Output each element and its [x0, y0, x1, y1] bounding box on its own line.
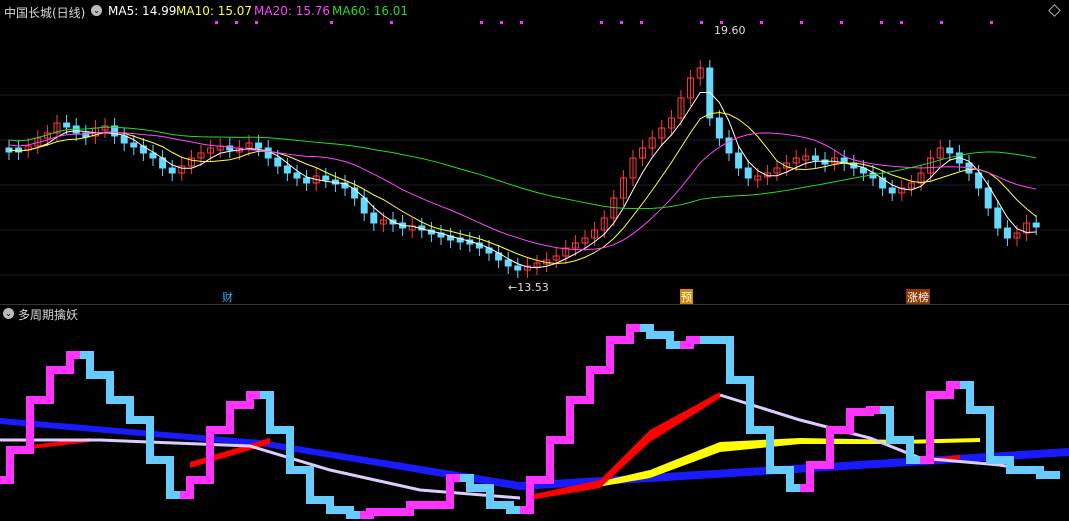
oscillator-step: [840, 408, 860, 434]
oscillator-step: [500, 501, 520, 514]
oscillator-step: [940, 381, 960, 399]
oscillator-step: [260, 391, 280, 434]
oscillator-step: [560, 396, 580, 444]
oscillator-step: [320, 496, 340, 514]
oscillator-step: [620, 324, 640, 344]
oscillator-step: [920, 391, 940, 464]
oscillator-step: [80, 351, 100, 379]
oscillator-step: [580, 366, 600, 404]
oscillator-step: [1020, 466, 1060, 479]
bottom-status-strip: [0, 512, 1069, 521]
oscillator-step: [300, 466, 320, 504]
oscillator-step: [180, 476, 200, 499]
oscillator-step: [760, 426, 780, 474]
oscillator-step: [160, 456, 180, 499]
oscillator-step: [720, 336, 740, 384]
oscillator-step: [240, 391, 260, 409]
oscillator-step: [220, 401, 240, 434]
oscillator-step: [380, 501, 440, 516]
oscillator-step: [960, 381, 980, 414]
oscillator-step: [680, 336, 700, 349]
oscillator-step: [0, 446, 20, 484]
oscillator-step: [880, 406, 900, 444]
oscillator-step: [660, 331, 680, 349]
oscillator-step: [860, 406, 880, 416]
oscillator-step: [100, 371, 120, 404]
oscillator-step: [640, 324, 660, 339]
oscillator-step: [60, 351, 80, 374]
oscillator-step: [540, 436, 560, 484]
oscillator-step: [820, 426, 840, 469]
oscillator-step: [600, 336, 620, 374]
indicator-chart[interactable]: [0, 0, 1069, 521]
oscillator-step: [120, 396, 140, 424]
oscillator-step: [40, 366, 60, 404]
oscillator-step: [140, 416, 160, 464]
